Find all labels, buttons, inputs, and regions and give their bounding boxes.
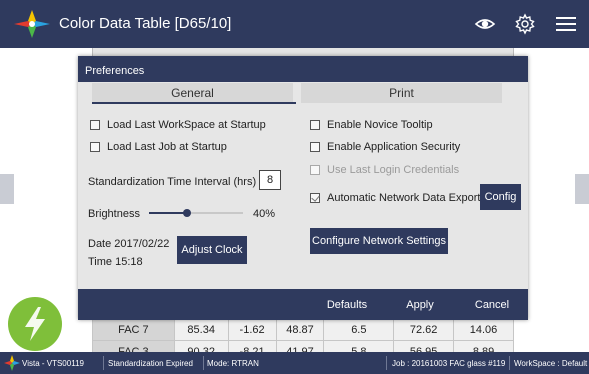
scroll-right-arrow[interactable] — [575, 174, 589, 204]
option-label: Enable Application Security — [327, 141, 461, 153]
app-logo[interactable] — [14, 10, 50, 38]
workspace-status: WorkSpace : Default — [514, 359, 588, 368]
use-last-login-credentials-option: Use Last Login Credentials — [310, 164, 459, 176]
checkbox[interactable] — [90, 142, 100, 152]
status-divider — [386, 356, 387, 370]
defaults-button[interactable]: Defaults — [310, 289, 384, 320]
dialog-title: Preferences — [78, 56, 528, 82]
brightness-label: Brightness — [88, 208, 140, 220]
checkbox — [310, 165, 320, 175]
app-header: Color Data Table [D65/10] — [0, 0, 589, 48]
active-tab-indicator — [92, 102, 296, 104]
status-divider — [509, 356, 510, 370]
option-label: Load Last Job at Startup — [107, 141, 227, 153]
table-cell: 6.5 — [323, 318, 395, 341]
preferences-dialog: Preferences General Print Load Last Work… — [78, 56, 528, 320]
status-divider — [103, 356, 104, 370]
dialog-footer: Defaults Apply Cancel — [78, 289, 528, 320]
load-last-job-option[interactable]: Load Last Job at Startup — [90, 141, 227, 153]
table-cell: 85.34 — [173, 318, 229, 341]
config-button[interactable]: Config — [480, 184, 521, 210]
option-label: Use Last Login Credentials — [327, 164, 460, 176]
standardization-status: Standardization Expired — [108, 359, 193, 368]
tab-divider — [293, 83, 301, 103]
table-cell: FAC 7 — [92, 318, 175, 341]
checkbox[interactable] — [310, 142, 320, 152]
brightness-value: 40% — [253, 208, 276, 220]
enable-application-security-option[interactable]: Enable Application Security — [310, 141, 460, 153]
brightness-slider-thumb[interactable] — [182, 209, 191, 217]
enable-novice-tooltip-option[interactable]: Enable Novice Tooltip — [310, 119, 433, 131]
brightness-slider[interactable] — [149, 209, 243, 217]
scroll-left-arrow[interactable] — [0, 174, 14, 204]
cancel-button[interactable]: Cancel — [456, 289, 528, 320]
adjust-clock-button[interactable]: Adjust Clock — [177, 236, 247, 264]
status-bar: Vista - VTS00119 Standardization Expired… — [0, 352, 589, 374]
lightning-icon — [25, 307, 45, 341]
option-label: Enable Novice Tooltip — [327, 119, 433, 131]
table-cell: -1.62 — [227, 318, 277, 341]
table-cell: 48.87 — [275, 318, 325, 341]
checkbox[interactable] — [90, 120, 100, 130]
checkbox-checked[interactable] — [310, 193, 320, 203]
page-title: Color Data Table [D65/10] — [59, 15, 232, 32]
mode-status: Mode: RTRAN — [207, 359, 259, 368]
gear-icon[interactable] — [514, 13, 536, 35]
tab-general[interactable]: General — [92, 83, 293, 103]
checkbox[interactable] — [310, 120, 320, 130]
tab-bar: General Print — [92, 83, 502, 103]
table-cell: 14.06 — [453, 318, 514, 341]
instrument-status: Vista - VTS00119 — [22, 359, 84, 368]
date-display: Date 2017/02/22 — [88, 238, 170, 250]
tab-print[interactable]: Print — [301, 83, 502, 103]
table-row[interactable]: FAC 7 85.34 -1.62 48.87 6.5 72.62 14.06 — [92, 318, 514, 341]
option-label: Load Last WorkSpace at Startup — [107, 119, 266, 131]
automatic-network-export-option[interactable]: Automatic Network Data Export — [310, 192, 480, 204]
status-divider — [203, 356, 204, 370]
job-status: Job : 20161003 FAC glass #119 — [392, 359, 506, 368]
table-cell: 72.62 — [393, 318, 455, 341]
brightness-slider-fill — [149, 212, 187, 214]
measure-button[interactable] — [8, 297, 62, 351]
time-display: Time 15:18 — [88, 256, 143, 268]
standardization-interval-label: Standardization Time Interval (hrs) — [88, 176, 257, 188]
option-label: Automatic Network Data Export — [327, 192, 481, 204]
configure-network-settings-button[interactable]: Configure Network Settings — [310, 228, 448, 254]
apply-button[interactable]: Apply — [384, 289, 456, 320]
standardization-interval-input[interactable]: 8 — [259, 170, 281, 190]
app-logo-small-icon — [4, 355, 20, 371]
hamburger-menu-icon[interactable] — [555, 13, 577, 35]
eye-icon[interactable] — [474, 13, 496, 35]
load-last-workspace-option[interactable]: Load Last WorkSpace at Startup — [90, 119, 266, 131]
